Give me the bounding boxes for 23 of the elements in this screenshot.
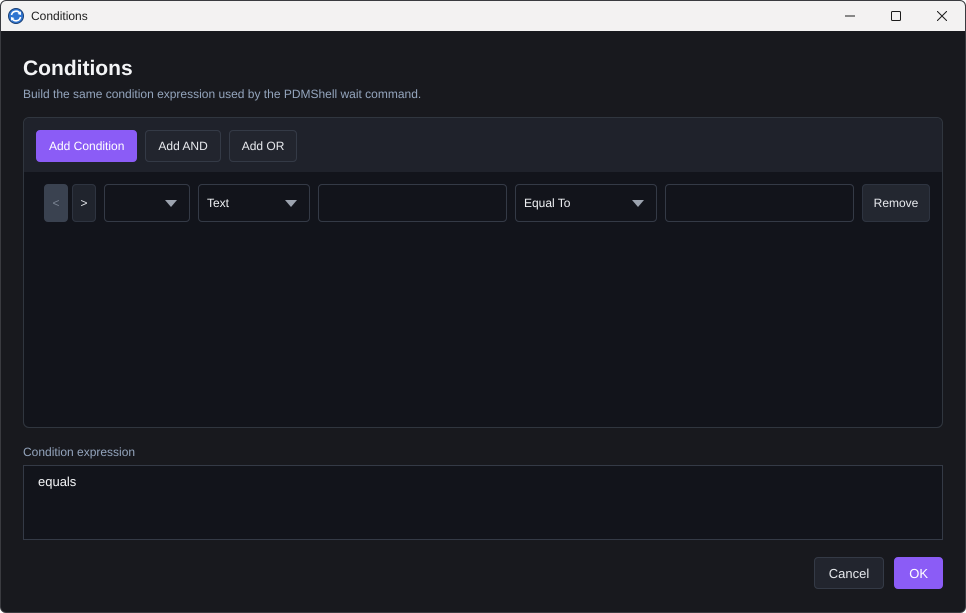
caret-icon	[632, 200, 644, 206]
maximize-icon	[891, 11, 901, 21]
add-button[interactable]: Add OR	[228, 130, 298, 162]
indent-button[interactable]: >	[72, 184, 96, 222]
circular-arrows-icon	[8, 8, 24, 24]
add-button[interactable]: Add Condition	[36, 130, 138, 162]
text-input-field[interactable]	[318, 184, 507, 222]
dialog-heading: Conditions	[23, 56, 134, 82]
caret-icon	[285, 200, 297, 206]
add-button[interactable]: Add AND	[145, 130, 221, 162]
expression-field[interactable]: equals	[23, 465, 943, 540]
dialog-description: Build the same condition expression used by the PDMShell wait command.	[23, 86, 422, 102]
text-input-field[interactable]	[665, 184, 854, 222]
ok-button[interactable]: OK	[894, 557, 943, 589]
remove-button[interactable]: Remove	[862, 184, 930, 222]
close-icon	[937, 11, 947, 21]
expression-label: Condition expression	[23, 444, 136, 460]
caret-icon	[165, 200, 177, 206]
dropdown[interactable]: Text	[198, 184, 310, 222]
cancel-button[interactable]: Cancel	[814, 557, 884, 589]
window-title: Conditions	[31, 9, 89, 23]
dropdown[interactable]: Equal To	[515, 184, 657, 222]
dropdown[interactable]	[104, 184, 190, 222]
